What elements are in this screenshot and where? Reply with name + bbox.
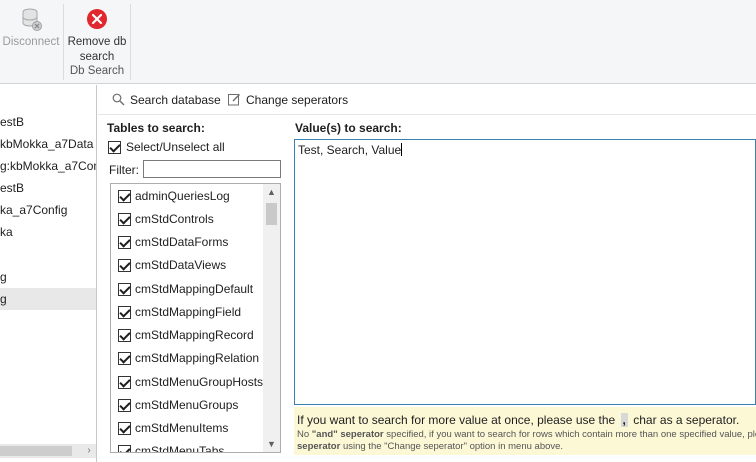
table-checkbox[interactable] [118, 306, 131, 319]
ribbon-group-label: Db Search [69, 65, 125, 77]
table-name: cmStdMappingRelation [135, 351, 260, 365]
tree-item[interactable]: g:kbMokka_a7Confi [0, 155, 96, 177]
table-checkbox[interactable] [118, 445, 131, 452]
disconnect-button[interactable]: Disconnect [0, 4, 62, 50]
remove-icon [84, 6, 110, 32]
scrollbar-thumb[interactable] [266, 203, 277, 225]
table-name: cmStdControls [135, 212, 214, 226]
table-checkbox[interactable] [118, 236, 131, 249]
search-icon [112, 93, 125, 106]
remove-label-line2: search [79, 50, 115, 63]
disconnect-label: Disconnect [2, 36, 60, 48]
scrollbar-thumb[interactable] [0, 446, 72, 456]
chevron-up-icon[interactable]: ▲ [263, 184, 280, 200]
table-checkbox[interactable] [118, 283, 131, 296]
table-checkbox[interactable] [118, 399, 131, 412]
info-text: using the "Change seperator" option in m… [340, 441, 564, 452]
table-checkbox[interactable] [118, 352, 131, 365]
connections-tree: estB kbMokka_a7Data g:kbMokka_a7Confi es… [0, 85, 97, 462]
tree-item-selected[interactable]: g [0, 288, 96, 310]
search-toolbar: Search database Change seperators [98, 85, 756, 115]
info-text: No [297, 429, 312, 440]
table-name: cmStdDataViews [135, 258, 227, 272]
info-text: char as a seperator. [633, 413, 740, 427]
separator-char: , [620, 413, 628, 427]
tree-item[interactable]: kbMokka_a7Data [0, 133, 96, 155]
table-name: adminQueriesLog [135, 189, 230, 203]
table-checkbox[interactable] [118, 190, 131, 203]
tree-item[interactable]: g [0, 266, 96, 288]
table-checkbox[interactable] [118, 213, 131, 226]
search-database-label: Search database [130, 93, 221, 107]
table-checkbox[interactable] [118, 422, 131, 435]
remove-db-search-button[interactable]: Remove db search Db Search [64, 4, 130, 79]
tree-item[interactable] [0, 243, 96, 265]
select-all-checkbox[interactable]: Select/Unselect all [108, 139, 225, 155]
tree-item[interactable]: estB [0, 111, 96, 133]
table-checkbox[interactable] [118, 259, 131, 272]
checkbox-checked[interactable] [108, 141, 121, 155]
select-all-label: Select/Unselect all [126, 140, 225, 154]
filter-label: Filter: [109, 163, 139, 177]
table-name: cmStdMenuGroupHosts [135, 375, 264, 389]
table-name: cmStdMenuGroups [135, 398, 239, 412]
table-name: cmStdMappingDefault [135, 282, 254, 296]
tables-list: adminQueriesLog cmStdControls cmStdDataF… [110, 183, 281, 453]
values-to-search-title: Value(s) to search: [295, 121, 402, 135]
change-seperators-label: Change seperators [246, 93, 349, 107]
tree-horizontal-scrollbar[interactable]: › [0, 444, 96, 458]
info-line-3: seperator using the "Change seperator" o… [297, 441, 563, 452]
chevron-down-icon[interactable]: ▼ [263, 436, 280, 452]
info-line-1: If you want to search for more value at … [297, 413, 739, 427]
table-name: cmStdMappingRecord [135, 328, 254, 342]
filter-input[interactable] [143, 160, 281, 178]
table-name: cmStdMenuTabs [135, 444, 225, 453]
table-name: cmStdMappingField [135, 305, 242, 319]
tree-item[interactable]: ka_a7Config [0, 199, 96, 221]
info-line-2: No "and" seperator specified, if you wan… [297, 429, 756, 440]
info-text: specified, if you want to search for row… [383, 429, 756, 440]
ribbon-divider [130, 4, 131, 80]
tables-to-search-title: Tables to search: [107, 121, 205, 135]
ribbon: Disconnect Remove db search Db Search [0, 0, 756, 84]
info-bold-text: "and" seperator [311, 429, 384, 440]
table-name: cmStdDataForms [135, 235, 229, 249]
values-text: Test, Search, Value [298, 143, 402, 157]
table-checkbox[interactable] [118, 329, 131, 342]
tree-item[interactable]: estB [0, 177, 96, 199]
text-caret [401, 143, 403, 156]
scroll-right-icon[interactable]: › [84, 444, 94, 458]
info-bold-text: seperator [297, 441, 341, 452]
values-input[interactable]: Test, Search, Value [294, 139, 756, 405]
table-name: cmStdMenuItems [135, 421, 229, 435]
separator-info-box: If you want to search for more value at … [294, 407, 756, 455]
disconnect-icon [18, 6, 44, 32]
tree-item[interactable]: ka [0, 221, 96, 243]
edit-icon [228, 94, 240, 106]
remove-label-line1: Remove db [67, 36, 127, 48]
tables-vertical-scrollbar[interactable]: ▲ ▼ [263, 184, 280, 452]
table-checkbox[interactable] [118, 376, 131, 389]
info-text: If you want to search for more value at … [297, 413, 616, 427]
